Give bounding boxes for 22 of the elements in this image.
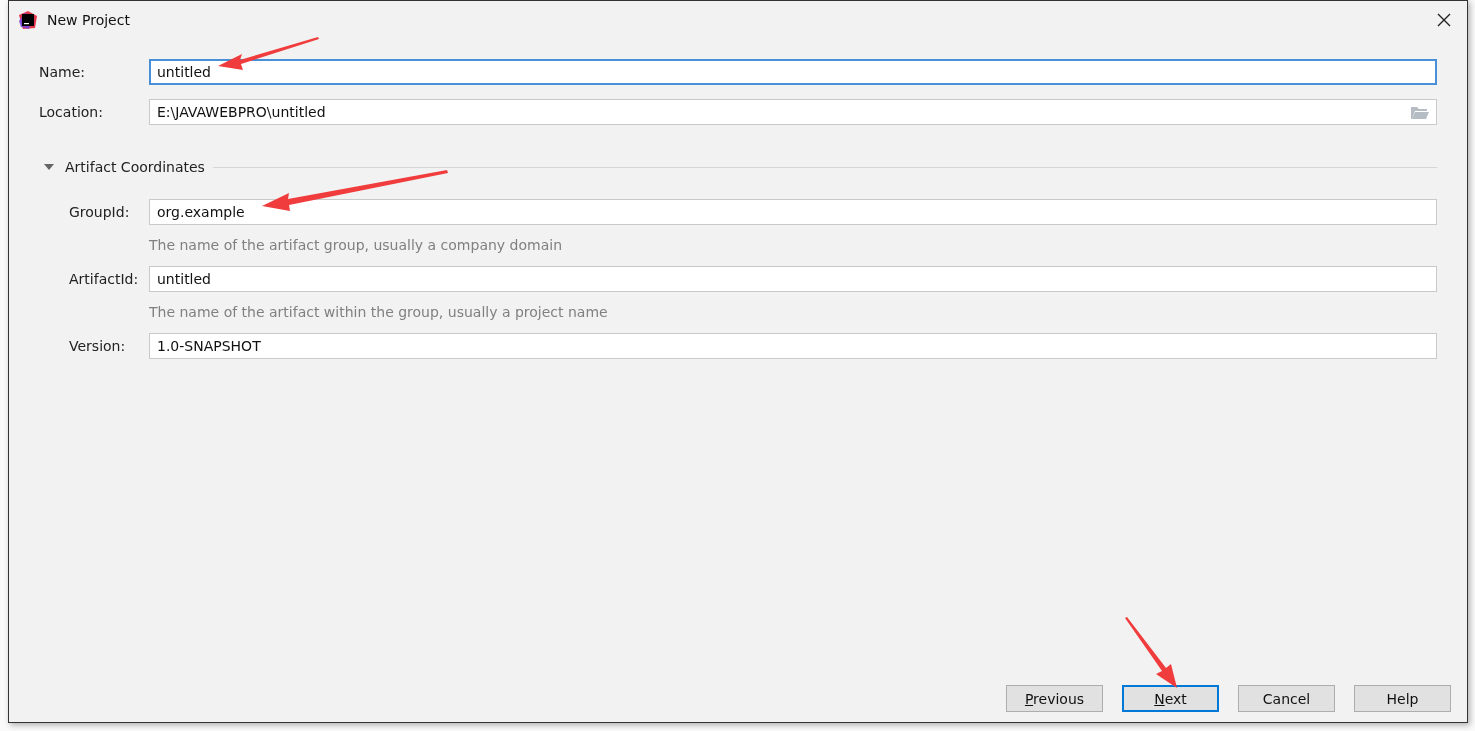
text-field[interactable]: E:\JAVAWEBPRO\untitled (149, 99, 1437, 125)
section-toggle[interactable] (44, 163, 54, 171)
field-hint: The name of the artifact group, usually a company domain (148, 237, 563, 253)
window-title: New Project (47, 12, 131, 28)
section-title: Artifact Coordinates (65, 159, 205, 175)
text-field[interactable]: untitled (149, 59, 1437, 85)
field-label: Name: (39, 64, 87, 80)
close-icon (1437, 13, 1451, 27)
text-field[interactable]: org.example (149, 199, 1437, 225)
dialog-button[interactable]: Next (1122, 685, 1219, 712)
text-field[interactable]: 1.0-SNAPSHOT (149, 333, 1437, 359)
field-label: Version: (69, 338, 127, 354)
field-label: ArtifactId: (69, 271, 140, 287)
field-label: GroupId: (69, 204, 131, 220)
dialog-button[interactable]: Cancel (1238, 685, 1335, 712)
field-hint: The name of the artifact within the group, usually a project name (148, 304, 609, 320)
dialog-button[interactable]: Help (1354, 685, 1451, 712)
dialog-button[interactable]: Previous (1006, 685, 1103, 712)
folder-icon[interactable] (1411, 105, 1429, 119)
field-label: Location: (39, 104, 104, 120)
text-field[interactable]: untitled (149, 266, 1437, 292)
app-logo-icon (19, 11, 37, 29)
